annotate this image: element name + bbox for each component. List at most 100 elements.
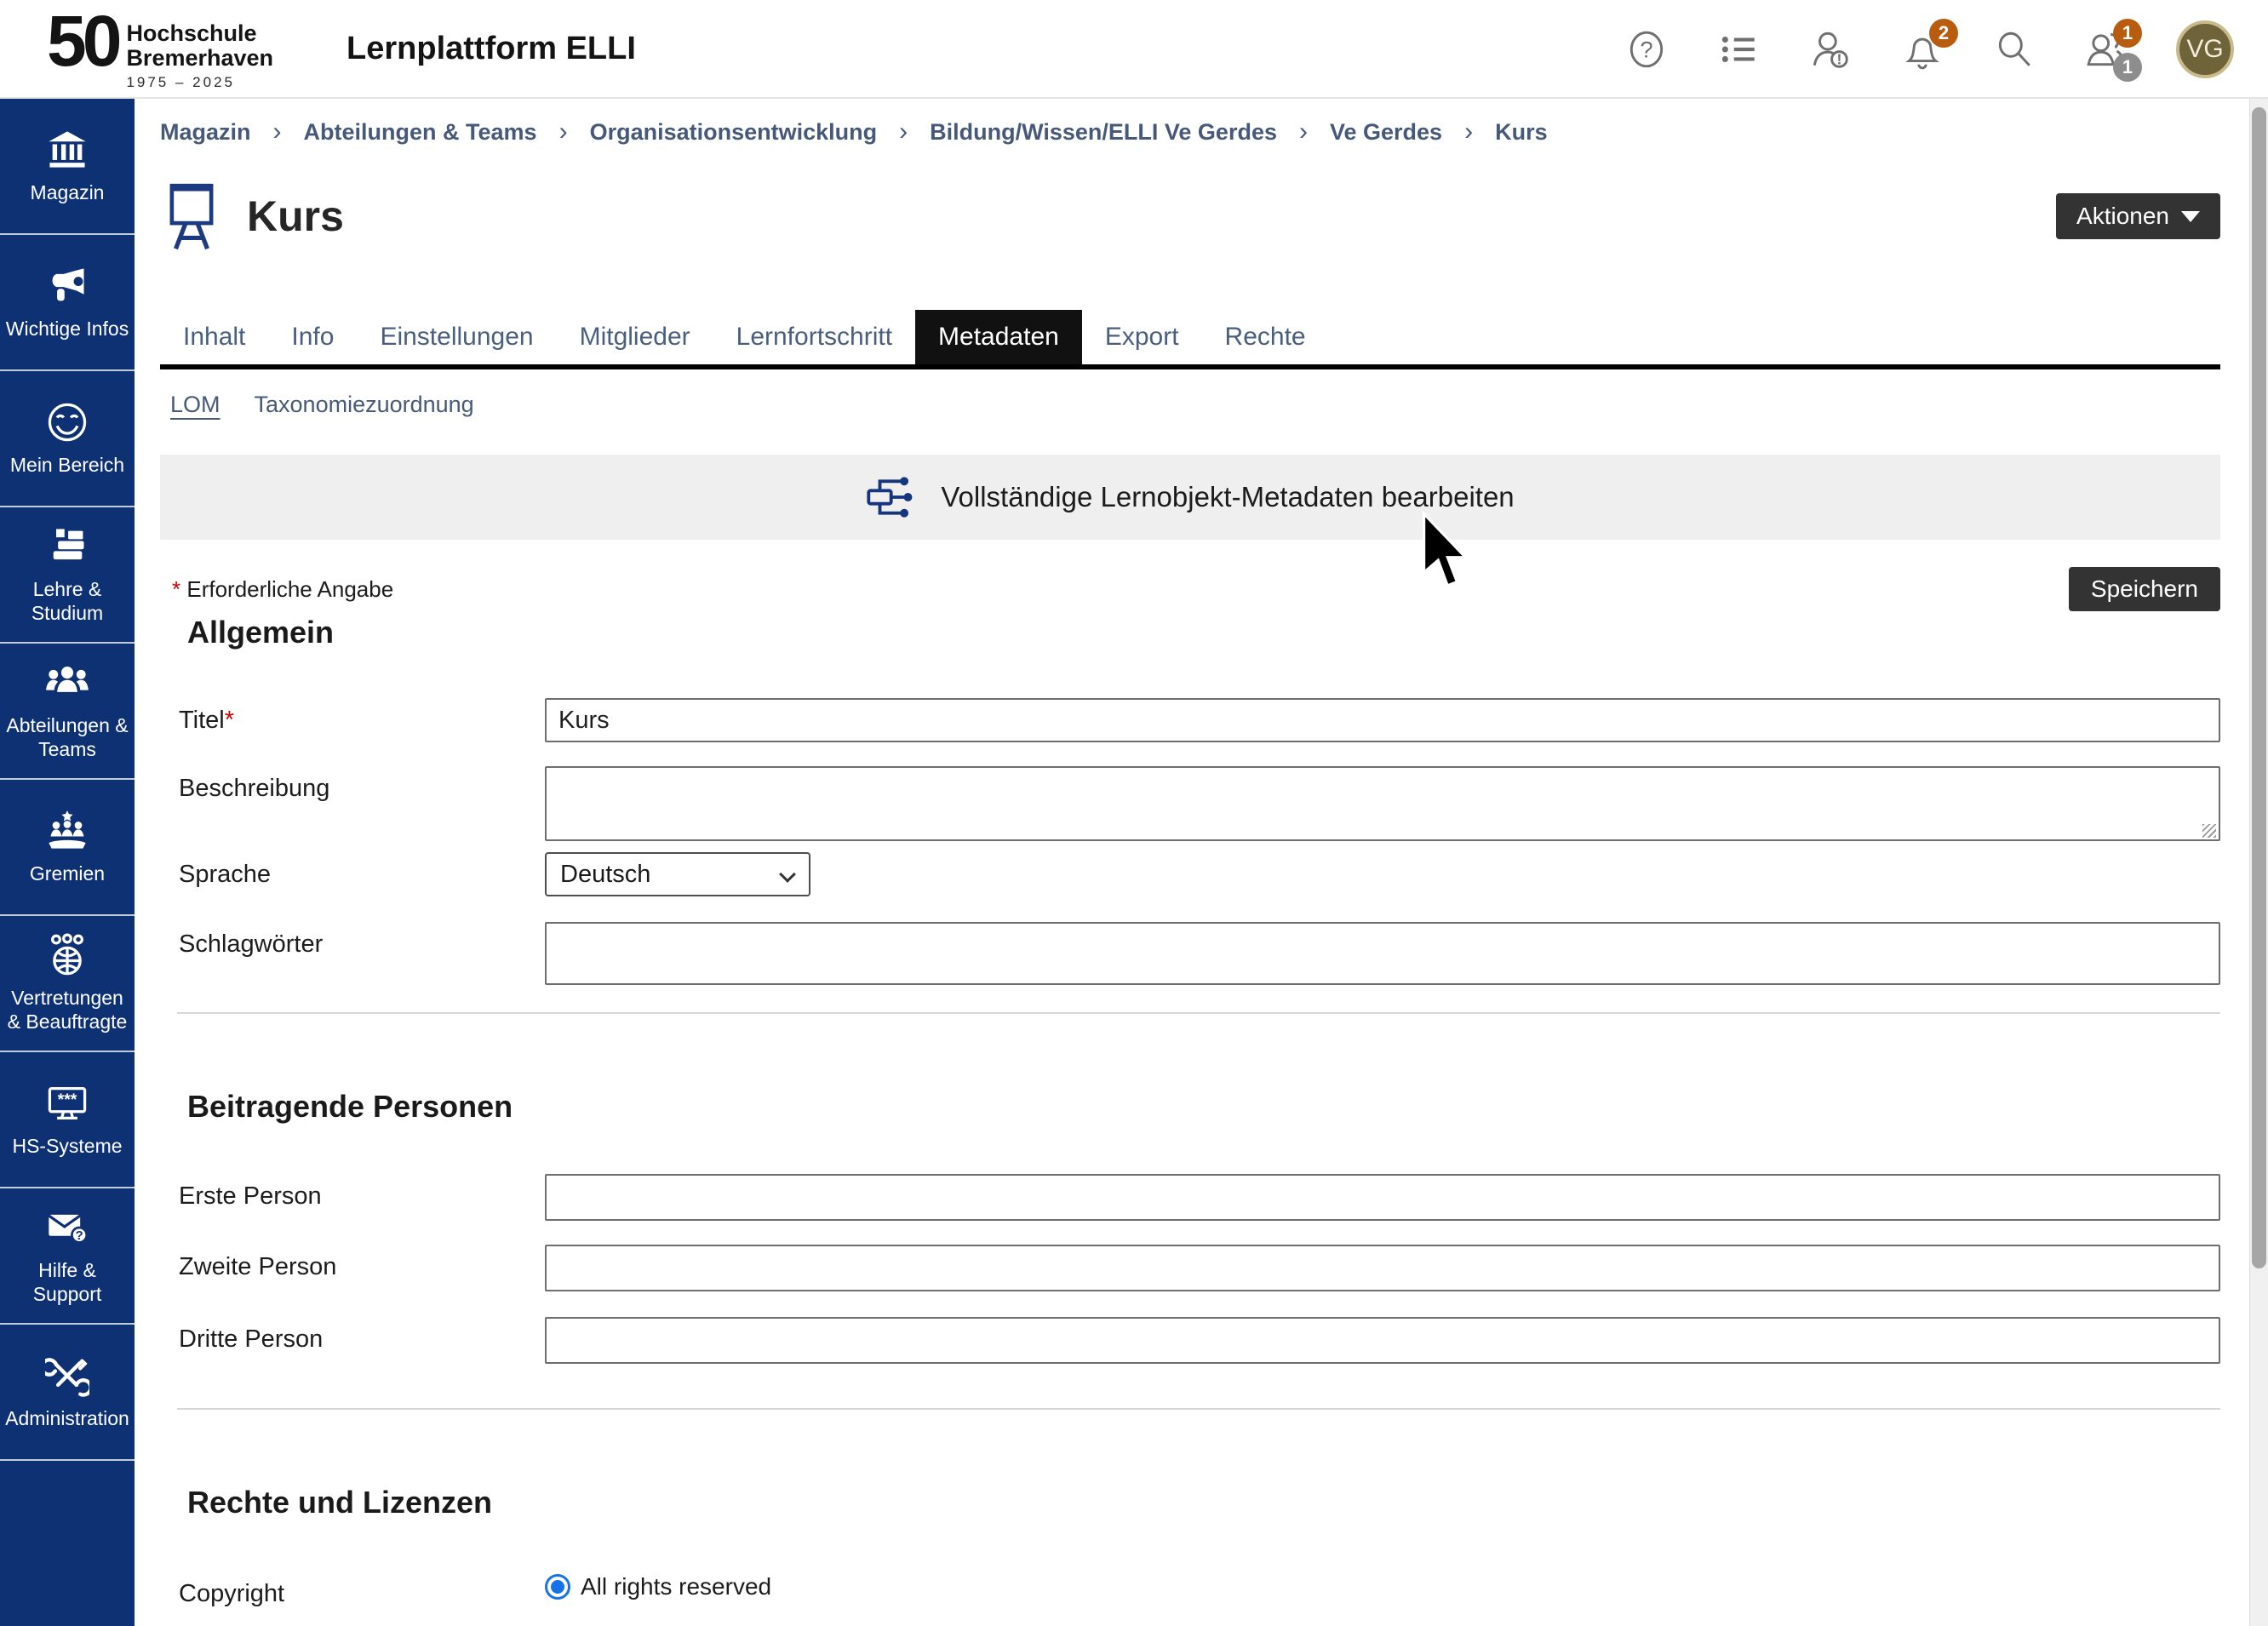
svg-text:***: *** bbox=[58, 1091, 77, 1109]
titel-label: Titel* bbox=[160, 698, 545, 735]
help-button[interactable]: ? bbox=[1624, 27, 1669, 72]
sidebar-item-hilfe-support[interactable]: ? Hilfe & Support bbox=[0, 1188, 135, 1325]
sidebar-item-abteilungen-teams[interactable]: Abteilungen & Teams bbox=[0, 644, 135, 780]
section-rechte: Rechte und Lizenzen bbox=[187, 1485, 2220, 1520]
help-icon: ? bbox=[1625, 28, 1668, 71]
tab-info[interactable]: Info bbox=[268, 310, 357, 364]
copyright-radio-selected[interactable] bbox=[545, 1574, 570, 1600]
main-content: Magazin › Abteilungen & Teams › Organisa… bbox=[135, 99, 2249, 1626]
zweite-person-label: Zweite Person bbox=[160, 1245, 545, 1281]
app-window: 50 Hochschule Bremerhaven 1975 – 2025 Le… bbox=[0, 0, 2268, 1626]
breadcrumb-item[interactable]: Magazin bbox=[160, 119, 251, 146]
breadcrumb-item[interactable]: Organisationsentwicklung bbox=[590, 119, 878, 146]
tab-metadaten[interactable]: Metadaten bbox=[915, 310, 1082, 364]
committee-icon bbox=[45, 809, 89, 853]
copyright-label: Copyright bbox=[160, 1572, 545, 1608]
beschreibung-textarea[interactable] bbox=[545, 766, 2220, 841]
tab-lernfortschritt[interactable]: Lernfortschritt bbox=[713, 310, 915, 364]
caret-down-icon bbox=[2181, 211, 2200, 222]
tab-export[interactable]: Export bbox=[1082, 310, 1202, 364]
form-row-beschreibung: Beschreibung bbox=[160, 766, 2220, 845]
svg-text:!: ! bbox=[1836, 51, 1841, 68]
erste-person-input[interactable] bbox=[545, 1174, 2220, 1221]
contacts-badge-new: 1 bbox=[2113, 19, 2142, 48]
section-divider bbox=[177, 1012, 2220, 1014]
search-button[interactable] bbox=[1992, 27, 2036, 72]
titel-input[interactable] bbox=[545, 698, 2220, 742]
header-icons: ? ! bbox=[1624, 0, 2234, 99]
sidebar-item-magazin[interactable]: Magazin bbox=[0, 99, 135, 235]
form-row-titel: Titel* bbox=[160, 698, 2220, 742]
chevron-down-icon bbox=[779, 866, 796, 883]
course-flipchart-icon bbox=[160, 180, 223, 253]
tab-rechte[interactable]: Rechte bbox=[1202, 310, 1329, 364]
form-row-copyright: Copyright All rights reserved bbox=[160, 1572, 2220, 1608]
section-divider bbox=[177, 1408, 2220, 1410]
sidebar-item-vertretungen[interactable]: Vertretungen & Beauftragte bbox=[0, 916, 135, 1052]
top-header: 50 Hochschule Bremerhaven 1975 – 2025 Le… bbox=[0, 0, 2268, 99]
metadata-tree-icon bbox=[866, 474, 922, 520]
sprache-label: Sprache bbox=[160, 852, 545, 889]
scrollbar-thumb[interactable] bbox=[2252, 107, 2266, 1268]
form-row-sprache: Sprache Deutsch bbox=[160, 852, 2220, 896]
copyright-radio-group: All rights reserved bbox=[545, 1572, 2220, 1600]
chevron-right-icon: › bbox=[899, 117, 908, 146]
tools-icon bbox=[45, 1354, 89, 1398]
resize-handle-icon[interactable] bbox=[2202, 824, 2216, 838]
bank-icon bbox=[45, 128, 89, 172]
chevron-right-icon: › bbox=[1464, 117, 1473, 146]
sidebar: Magazin Wichtige Infos Mein Bereich bbox=[0, 99, 135, 1626]
form-row-dritte-person: Dritte Person bbox=[160, 1317, 2220, 1364]
actions-button[interactable]: Aktionen bbox=[2056, 193, 2220, 239]
vertical-scrollbar[interactable] bbox=[2249, 99, 2268, 1626]
breadcrumb: Magazin › Abteilungen & Teams › Organisa… bbox=[160, 107, 2220, 157]
section-allgemein: Allgemein bbox=[187, 615, 2220, 650]
sidebar-item-wichtige-infos[interactable]: Wichtige Infos bbox=[0, 235, 135, 371]
sprache-select[interactable]: Deutsch bbox=[545, 852, 810, 896]
breadcrumb-item[interactable]: Abteilungen & Teams bbox=[304, 119, 537, 146]
copyright-option-label: All rights reserved bbox=[581, 1573, 771, 1600]
edit-full-metadata-link[interactable]: Vollständige Lernobjekt-Metadaten bearbe… bbox=[160, 455, 2220, 540]
sidebar-item-lehre-studium[interactable]: Lehre & Studium bbox=[0, 507, 135, 644]
monitor-icon: *** bbox=[45, 1081, 89, 1125]
dritte-person-label: Dritte Person bbox=[160, 1317, 545, 1354]
breadcrumb-item[interactable]: Kurs bbox=[1495, 119, 1548, 146]
schlagwoerter-input[interactable] bbox=[545, 922, 2220, 985]
breadcrumb-item[interactable]: Ve Gerdes bbox=[1330, 119, 1442, 146]
notifications-button[interactable]: 2 bbox=[1900, 27, 1944, 72]
chevron-right-icon: › bbox=[273, 117, 282, 146]
tab-inhalt[interactable]: Inhalt bbox=[160, 310, 268, 364]
chevron-right-icon: › bbox=[1299, 117, 1308, 146]
list-icon bbox=[1717, 28, 1760, 71]
save-button[interactable]: Speichern bbox=[2069, 567, 2220, 611]
subtab-taxonomiezuordnung[interactable]: Taxonomiezuordnung bbox=[255, 392, 474, 421]
subtab-lom[interactable]: LOM bbox=[170, 392, 220, 421]
breadcrumb-item[interactable]: Bildung/Wissen/ELLI Ve Gerdes bbox=[930, 119, 1277, 146]
form-row-erste-person: Erste Person bbox=[160, 1174, 2220, 1221]
schlagwoerter-label: Schlagwörter bbox=[160, 922, 545, 959]
sidebar-item-mein-bereich[interactable]: Mein Bereich bbox=[0, 371, 135, 507]
save-row: * Erforderliche Angabe Speichern bbox=[160, 565, 2220, 613]
main-menu-button[interactable] bbox=[1716, 27, 1761, 72]
sidebar-item-gremien[interactable]: Gremien bbox=[0, 780, 135, 916]
avatar[interactable]: VG bbox=[2176, 20, 2234, 78]
svg-text:?: ? bbox=[1640, 36, 1652, 62]
chevron-right-icon: › bbox=[559, 117, 568, 146]
tab-einstellungen[interactable]: Einstellungen bbox=[357, 310, 556, 364]
form-row-zweite-person: Zweite Person bbox=[160, 1245, 2220, 1291]
dritte-person-input[interactable] bbox=[545, 1317, 2220, 1364]
sidebar-item-administration[interactable]: Administration bbox=[0, 1325, 135, 1461]
user-status-button[interactable]: ! bbox=[1808, 27, 1853, 72]
sidebar-item-hs-systeme[interactable]: *** HS-Systeme bbox=[0, 1052, 135, 1188]
page-head: Kurs Aktionen bbox=[160, 175, 2220, 257]
page-title: Kurs bbox=[247, 192, 344, 241]
user-status-icon: ! bbox=[1809, 28, 1852, 71]
erste-person-label: Erste Person bbox=[160, 1174, 545, 1211]
contacts-button[interactable]: 1 1 bbox=[2084, 27, 2128, 72]
zweite-person-input[interactable] bbox=[545, 1245, 2220, 1291]
banner-label: Vollständige Lernobjekt-Metadaten bearbe… bbox=[941, 481, 1514, 513]
logo-line2: Bremerhaven bbox=[126, 46, 273, 71]
globe-people-icon bbox=[45, 933, 89, 977]
required-note: * Erforderliche Angabe bbox=[160, 576, 393, 603]
tab-mitglieder[interactable]: Mitglieder bbox=[557, 310, 713, 364]
